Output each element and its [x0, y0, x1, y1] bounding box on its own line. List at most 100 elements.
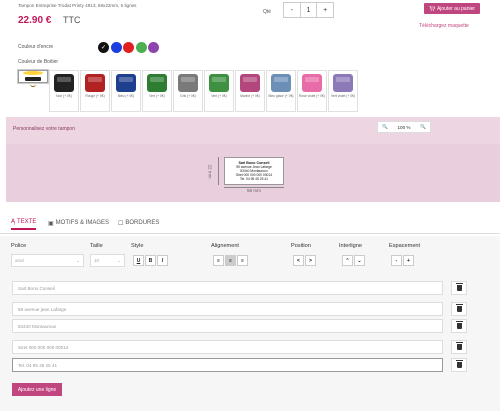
chevron-down-icon: ⌄ [76, 257, 80, 263]
letter-spacing-decrease-button[interactable]: - [391, 255, 402, 266]
cart-icon [428, 6, 435, 11]
check-icon: ✓ [100, 45, 107, 51]
case-option[interactable]: Noir (+ 0€) [49, 70, 79, 112]
stamp-line-input[interactable]: 83440 Montauroux [12, 319, 443, 333]
quantity-decrease-button[interactable]: - [284, 3, 300, 17]
italic-button[interactable]: I [157, 255, 168, 266]
underline-button[interactable]: U [133, 255, 144, 266]
stamp-height-dimension: 22 mm [203, 157, 219, 185]
case-option[interactable]: Marine (+ 0€) [235, 70, 265, 112]
case-color-label: Couleur de Boitier [18, 59, 59, 65]
case-option[interactable]: Intellicam [18, 70, 48, 88]
quantity-label: Qté [263, 9, 272, 15]
case-option[interactable]: Bleu glacé (+ 0€) [266, 70, 296, 112]
position-buttons: < > [293, 255, 316, 266]
letter-spacing-label: Espacement [389, 243, 421, 249]
bold-button[interactable]: B [145, 255, 156, 266]
case-option-label: Bleu (+ 0€) [117, 94, 135, 98]
alignment-buttons: ≡ ≡ ≡ [213, 255, 248, 266]
case-option[interactable]: Gris (+ 0€) [173, 70, 203, 112]
case-option-label: Rose violet (+ 0€) [299, 94, 325, 98]
delete-line-button[interactable] [451, 302, 467, 316]
stamp-preview: Sarl Bono Conseil 59 avenue Jean Lafarge… [224, 157, 284, 185]
font-label: Police [11, 243, 27, 249]
sunglasses-emoji-icon [23, 71, 43, 88]
quantity-stepper: - 1 + [283, 2, 334, 18]
spacing-down-button[interactable]: ⌄ [354, 255, 365, 266]
price-tax-label: TTC [63, 15, 81, 25]
stamp-line-input[interactable]: Siret 000 000 000 00014 [12, 340, 443, 354]
case-option[interactable]: Rouge (+ 0€) [80, 70, 110, 112]
ink-color-swatches: ✓ [98, 42, 159, 53]
position-label: Position [291, 243, 311, 249]
quantity-increase-button[interactable]: + [317, 3, 333, 17]
case-option[interactable]: Vert (+ 0€) [204, 70, 234, 112]
trash-icon [455, 283, 463, 291]
stamp-case-icon [147, 74, 167, 92]
ink-swatch-black[interactable]: ✓ [98, 42, 109, 53]
ink-swatch-green[interactable] [135, 42, 147, 53]
chevron-down-icon: ⌄ [117, 257, 121, 263]
product-title: Tampon Entreprise Trodat Printy 4913, 58… [18, 3, 137, 8]
case-option-label: Rouge (+ 0€) [85, 94, 105, 98]
font-select[interactable]: arial ⌄ [11, 254, 84, 267]
stamp-line-input[interactable]: 59 avenue jean Lafarge [12, 302, 443, 316]
ink-swatch-blue[interactable] [110, 42, 122, 53]
trash-icon [455, 304, 463, 312]
size-label: Taille [90, 243, 103, 249]
zoom-control: 🔍 100 % 🔍 [377, 121, 431, 133]
stamp-case-icon [116, 74, 136, 92]
case-option[interactable]: Bleu (+ 0€) [111, 70, 141, 112]
delete-line-button[interactable] [451, 319, 467, 333]
tab-motifs-images[interactable]: ▣ MOTIFS & IMAGES [48, 216, 109, 230]
image-icon: ▣ [48, 220, 54, 227]
case-color-options: Intellicam Noir (+ 0€) Rouge (+ 0€) Bleu (+… [18, 70, 358, 112]
spacing-up-button[interactable]: ⌃ [342, 255, 353, 266]
line-spacing-label: Interligne [339, 243, 363, 249]
case-option[interactable]: Vert violet (+ 0€) [328, 70, 358, 112]
add-to-cart-button[interactable]: Ajouter au panier [424, 3, 480, 14]
case-option[interactable]: Vert (+ 0€) [142, 70, 172, 112]
trash-icon [455, 360, 463, 368]
case-option[interactable]: Rose violet (+ 0€) [297, 70, 327, 112]
download-mockup-link[interactable]: Téléchargez maquette [419, 23, 469, 29]
letter-spacing-buttons: - + [391, 255, 414, 266]
ink-swatch-violet[interactable] [148, 42, 159, 53]
trash-icon [455, 342, 463, 350]
tab-borders[interactable]: ☐ BORDURES [118, 216, 159, 230]
letter-spacing-increase-button[interactable]: + [403, 255, 414, 266]
align-center-button[interactable]: ≡ [225, 255, 236, 266]
customize-title: Personnalisez votre tampon [13, 126, 75, 132]
stamp-case-icon [240, 74, 260, 92]
add-line-button[interactable]: Ajoutez une ligne [12, 383, 62, 396]
ink-swatch-red[interactable] [123, 42, 134, 53]
zoom-in-icon[interactable]: 🔍 [420, 124, 426, 130]
align-left-button[interactable]: ≡ [213, 255, 224, 266]
tab-text[interactable]: Ą TEXTE [11, 216, 37, 230]
add-to-cart-label: Ajouter au panier [436, 5, 476, 12]
delete-line-button[interactable] [451, 340, 467, 354]
stamp-line-input[interactable]: Sarl Bono Conseil [12, 281, 443, 295]
case-option-label: Gris (+ 0€) [180, 94, 196, 98]
trash-icon [455, 321, 463, 329]
delete-line-button[interactable] [451, 358, 467, 372]
stamp-case-icon [333, 74, 353, 92]
position-right-button[interactable]: > [305, 255, 316, 266]
ink-color-label: Couleur d'encre [18, 44, 54, 50]
position-left-button[interactable]: < [293, 255, 304, 266]
stamp-width-dimension: 58 mm [224, 187, 284, 195]
alignment-label: Alignement [211, 243, 239, 249]
zoom-out-icon[interactable]: 🔍 [382, 124, 388, 130]
product-price: 22.90 € [18, 15, 52, 26]
align-right-button[interactable]: ≡ [237, 255, 248, 266]
stamp-case-icon [54, 74, 74, 92]
quantity-input[interactable]: 1 [299, 3, 318, 17]
case-option-label: Vert violet (+ 0€) [330, 94, 356, 98]
stamp-line-input[interactable]: Tel. 04 95 45 25 41 [12, 358, 443, 372]
delete-line-button[interactable] [451, 281, 467, 295]
size-select[interactable]: 10 ⌄ [90, 254, 125, 267]
stamp-case-icon [85, 74, 105, 92]
line-spacing-buttons: ⌃ ⌄ [342, 255, 365, 266]
case-option-label: Marine (+ 0€) [240, 94, 260, 98]
style-label: Style [131, 243, 144, 249]
